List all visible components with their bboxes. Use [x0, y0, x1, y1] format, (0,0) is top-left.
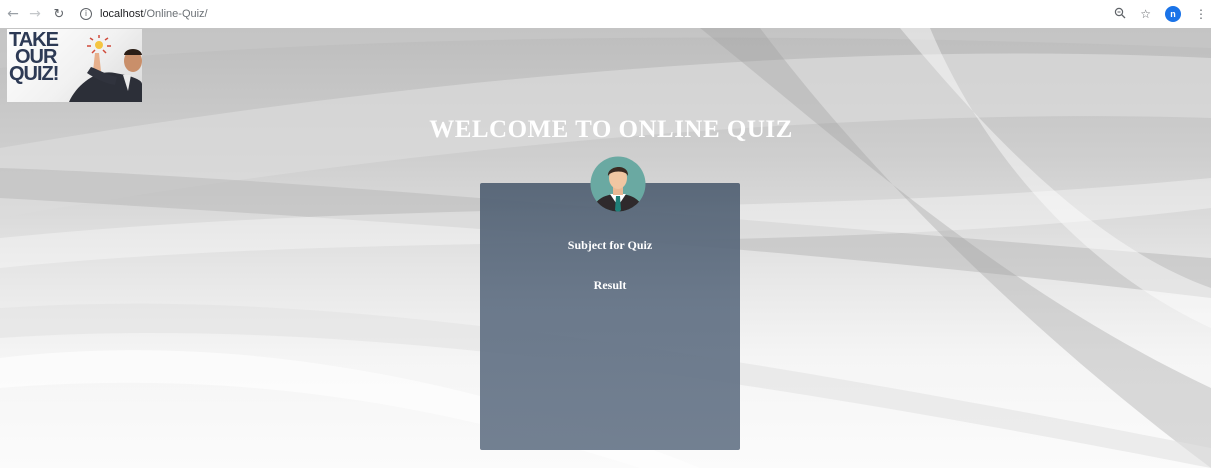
businessman-pointing-illustration	[69, 35, 142, 102]
lightbulb-icon	[87, 35, 111, 54]
profile-avatar[interactable]: n	[1165, 6, 1181, 22]
url-host: localhost	[100, 8, 144, 20]
info-icon[interactable]: i	[80, 8, 92, 20]
address-bar[interactable]: i localhost/Online-Quiz/	[80, 4, 1210, 24]
more-menu-icon[interactable]: ⋮	[1195, 7, 1207, 21]
page-title: WELCOME TO ONLINE QUIZ	[429, 116, 793, 143]
result-link[interactable]: Result	[480, 278, 740, 293]
reload-icon[interactable]: ↻	[50, 4, 68, 24]
browser-toolbar: ← → ↻ i localhost/Online-Quiz/ ☆ n ⋮	[0, 0, 1211, 28]
back-arrow-icon[interactable]: ←	[4, 4, 22, 24]
take-our-quiz-logo: TAKE OUR QUIZ!	[7, 29, 142, 102]
menu-card	[480, 183, 740, 450]
zoom-icon[interactable]	[1114, 7, 1126, 22]
subject-for-quiz-link[interactable]: Subject for Quiz	[480, 238, 740, 253]
forward-arrow-icon[interactable]: →	[26, 4, 44, 24]
bookmark-star-icon[interactable]: ☆	[1140, 7, 1151, 21]
url-path: /Online-Quiz/	[143, 8, 208, 20]
user-avatar-icon	[590, 156, 646, 212]
toolbar-actions: ☆ n ⋮	[1100, 4, 1207, 24]
page-viewport: TAKE OUR QUIZ! WELCOME TO ONLINE QUIZ Su…	[0, 28, 1211, 468]
user-avatar	[580, 156, 656, 212]
